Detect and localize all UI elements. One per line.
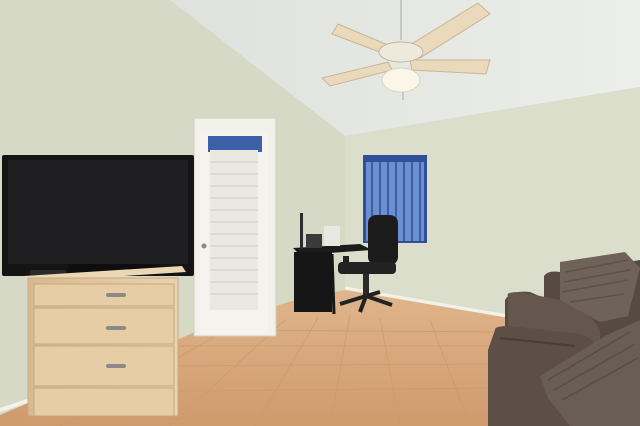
room-illustration bbox=[0, 0, 640, 426]
dresser-drawer-4[interactable] bbox=[33, 387, 175, 417]
fan-light-globe bbox=[381, 67, 421, 93]
desk-router bbox=[306, 234, 322, 248]
desk-papers bbox=[324, 226, 340, 246]
drawer-pull-3[interactable] bbox=[106, 364, 126, 368]
drawer-pull-2[interactable] bbox=[106, 326, 126, 330]
door-handle[interactable] bbox=[201, 243, 207, 249]
dresser-drawer-3[interactable] bbox=[33, 345, 175, 387]
desk-lamp[interactable] bbox=[300, 213, 303, 249]
drawer-pull-1[interactable] bbox=[106, 293, 126, 297]
door-valance bbox=[208, 136, 262, 152]
tv-screen bbox=[8, 160, 188, 264]
black-desk bbox=[294, 252, 332, 312]
dresser-drawer-1[interactable] bbox=[33, 283, 175, 307]
dresser-drawer-2[interactable] bbox=[33, 307, 175, 345]
room-scene bbox=[0, 0, 640, 426]
